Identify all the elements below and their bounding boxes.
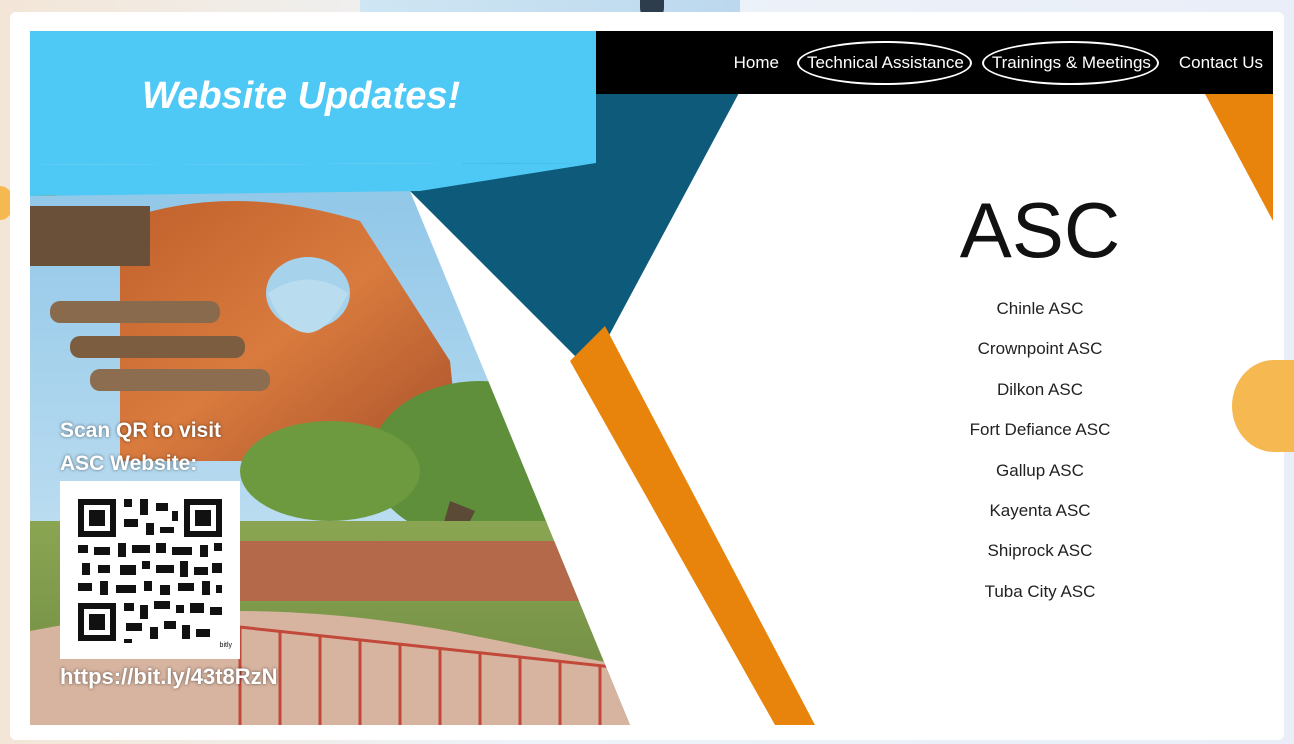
orange-stripe-center (570, 326, 815, 725)
qr-caption-line1: Scan QR to visit (60, 419, 222, 442)
asc-link-crownpoint[interactable]: Crownpoint ASC (850, 329, 1230, 369)
top-decoration-strip (360, 0, 740, 12)
asc-link-kayenta[interactable]: Kayenta ASC (850, 491, 1230, 531)
nav-trainings-meetings[interactable]: Trainings & Meetings (981, 40, 1159, 85)
qr-caption-line2: ASC Website: (60, 452, 198, 475)
nav-contact-us[interactable]: Contact Us (1179, 53, 1263, 73)
qr-label: bitly (219, 642, 232, 649)
qr-code[interactable]: bitly (60, 481, 240, 659)
asc-link-chinle[interactable]: Chinle ASC (850, 289, 1230, 329)
nav-home[interactable]: Home (734, 53, 779, 73)
asc-link-tuba-city[interactable]: Tuba City ASC (850, 572, 1230, 612)
asc-panel: ASC Chinle ASC Crownpoint ASC Dilkon ASC… (850, 191, 1230, 612)
top-nav: Home Technical Assistance Trainings & Me… (596, 31, 1273, 94)
qr-code-icon (78, 499, 222, 643)
qr-url[interactable]: https://bit.ly/43t8RzN (60, 664, 278, 690)
asc-link-gallup[interactable]: Gallup ASC (850, 451, 1230, 491)
asc-link-dilkon[interactable]: Dilkon ASC (850, 370, 1230, 410)
asc-title: ASC (959, 186, 1121, 274)
nav-technical-assistance[interactable]: Technical Assistance (796, 40, 972, 85)
banner-title: Website Updates! (142, 75, 461, 117)
asc-link-fort-defiance[interactable]: Fort Defiance ASC (850, 410, 1230, 450)
asc-link-shiprock[interactable]: Shiprock ASC (850, 531, 1230, 571)
slide: Website Updates! Home Technical Assistan… (30, 31, 1273, 725)
qr-caption: Scan QR to visit ASC Website: (60, 414, 221, 480)
